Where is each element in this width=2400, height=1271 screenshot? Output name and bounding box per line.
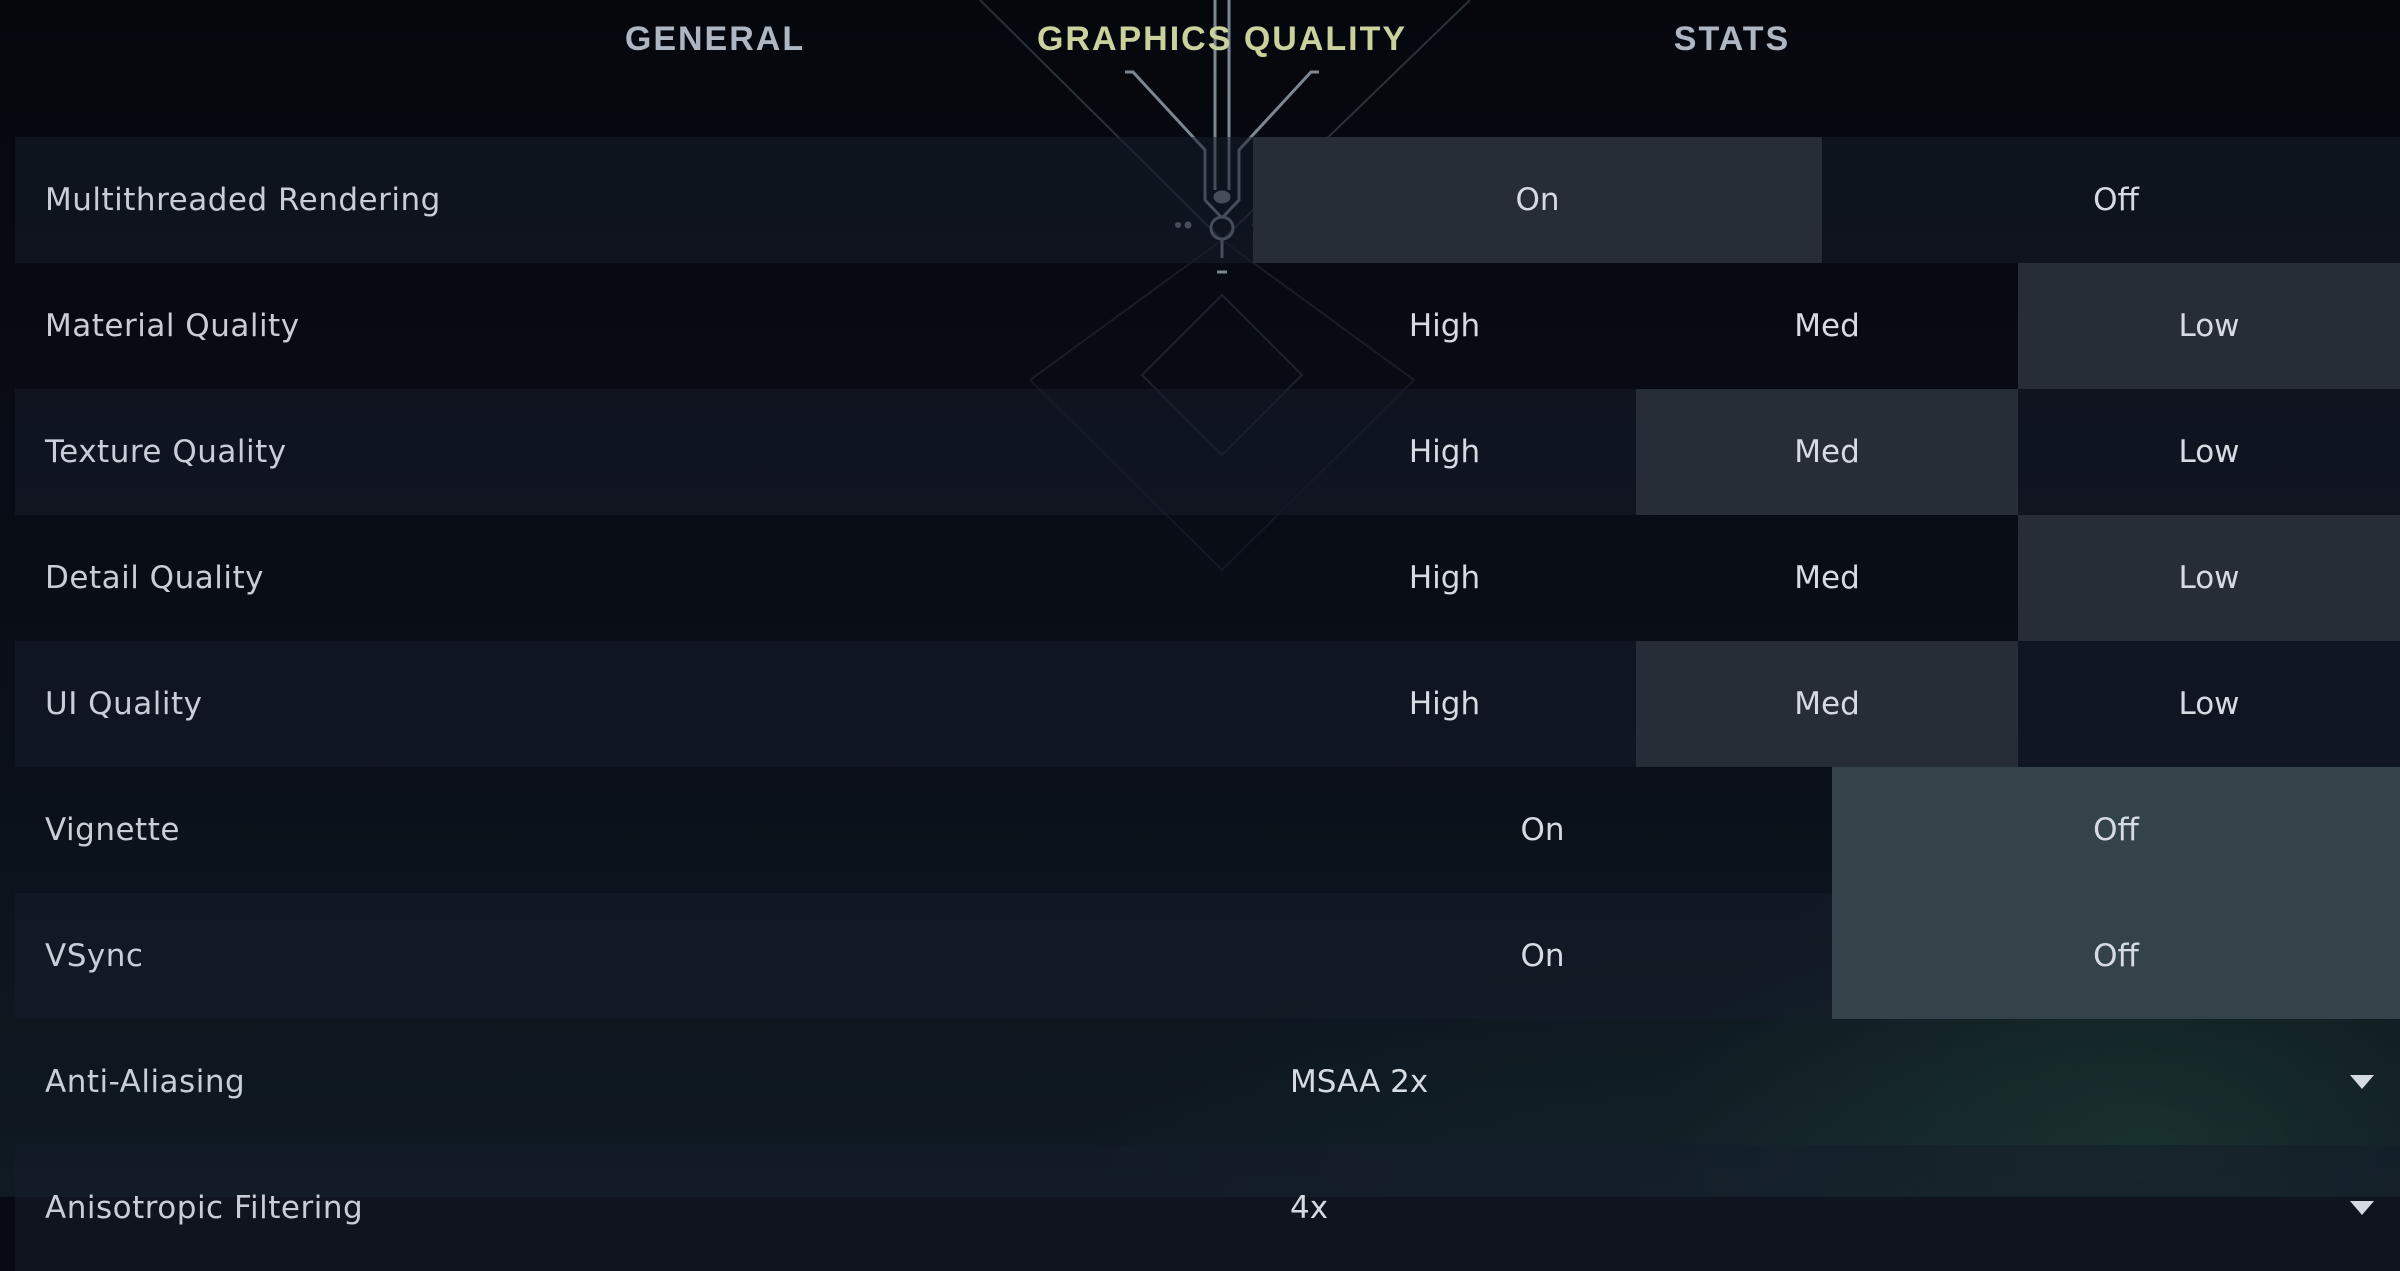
setting-label: Detail Quality [45,560,264,596]
settings-list: Multithreaded Rendering On Off Material … [0,137,2400,1271]
option-med[interactable]: Med [1636,389,2018,515]
option-low[interactable]: Low [2018,389,2400,515]
setting-label: Anti-Aliasing [45,1064,246,1100]
chevron-down-icon[interactable] [2350,1201,2374,1215]
option-high[interactable]: High [1253,389,1636,515]
option-high[interactable]: High [1253,641,1636,767]
setting-label: Texture Quality [45,434,287,470]
anti-aliasing-dropdown[interactable]: MSAA 2x [1253,1019,2400,1145]
option-med[interactable]: Med [1636,515,2018,641]
anisotropic-filtering-dropdown[interactable]: 4x [1253,1145,2400,1271]
tab-stats[interactable]: STATS [1674,20,1790,59]
option-off[interactable]: Off [1832,893,2400,1019]
setting-label: Material Quality [45,308,300,344]
tab-graphics-quality[interactable]: GRAPHICS QUALITY [1037,20,1407,59]
setting-row-ui-quality: UI Quality High Med Low [0,641,2400,767]
setting-row-material-quality: Material Quality High Med Low [0,263,2400,389]
dropdown-value: 4x [1290,1190,1329,1226]
option-high[interactable]: High [1253,263,1636,389]
option-on[interactable]: On [1253,137,1822,263]
option-off[interactable]: Off [1832,767,2400,893]
tab-bar: GENERAL GRAPHICS QUALITY STATS [0,0,2400,90]
option-low[interactable]: Low [2018,641,2400,767]
option-low[interactable]: Low [2018,515,2400,641]
option-med[interactable]: Med [1636,263,2018,389]
setting-row-texture-quality: Texture Quality High Med Low [0,389,2400,515]
setting-label: UI Quality [45,686,203,722]
setting-row-vignette: Vignette On Off [0,767,2400,893]
setting-row-multithreaded-rendering: Multithreaded Rendering On Off [0,137,2400,263]
setting-label: Multithreaded Rendering [45,182,441,218]
setting-row-vsync: VSync On Off [0,893,2400,1019]
setting-row-anti-aliasing: Anti-Aliasing MSAA 2x [0,1019,2400,1145]
option-high[interactable]: High [1253,515,1636,641]
dropdown-value: MSAA 2x [1290,1064,1429,1100]
option-on[interactable]: On [1253,767,1832,893]
option-off[interactable]: Off [1832,137,2400,263]
tab-general[interactable]: GENERAL [625,20,805,59]
setting-label: VSync [45,938,144,974]
setting-label: Anisotropic Filtering [45,1190,364,1226]
setting-label: Vignette [45,812,180,848]
chevron-down-icon[interactable] [2350,1075,2374,1089]
setting-row-anisotropic-filtering: Anisotropic Filtering 4x [0,1145,2400,1271]
option-low[interactable]: Low [2018,263,2400,389]
option-med[interactable]: Med [1636,641,2018,767]
setting-row-detail-quality: Detail Quality High Med Low [0,515,2400,641]
option-on[interactable]: On [1253,893,1832,1019]
